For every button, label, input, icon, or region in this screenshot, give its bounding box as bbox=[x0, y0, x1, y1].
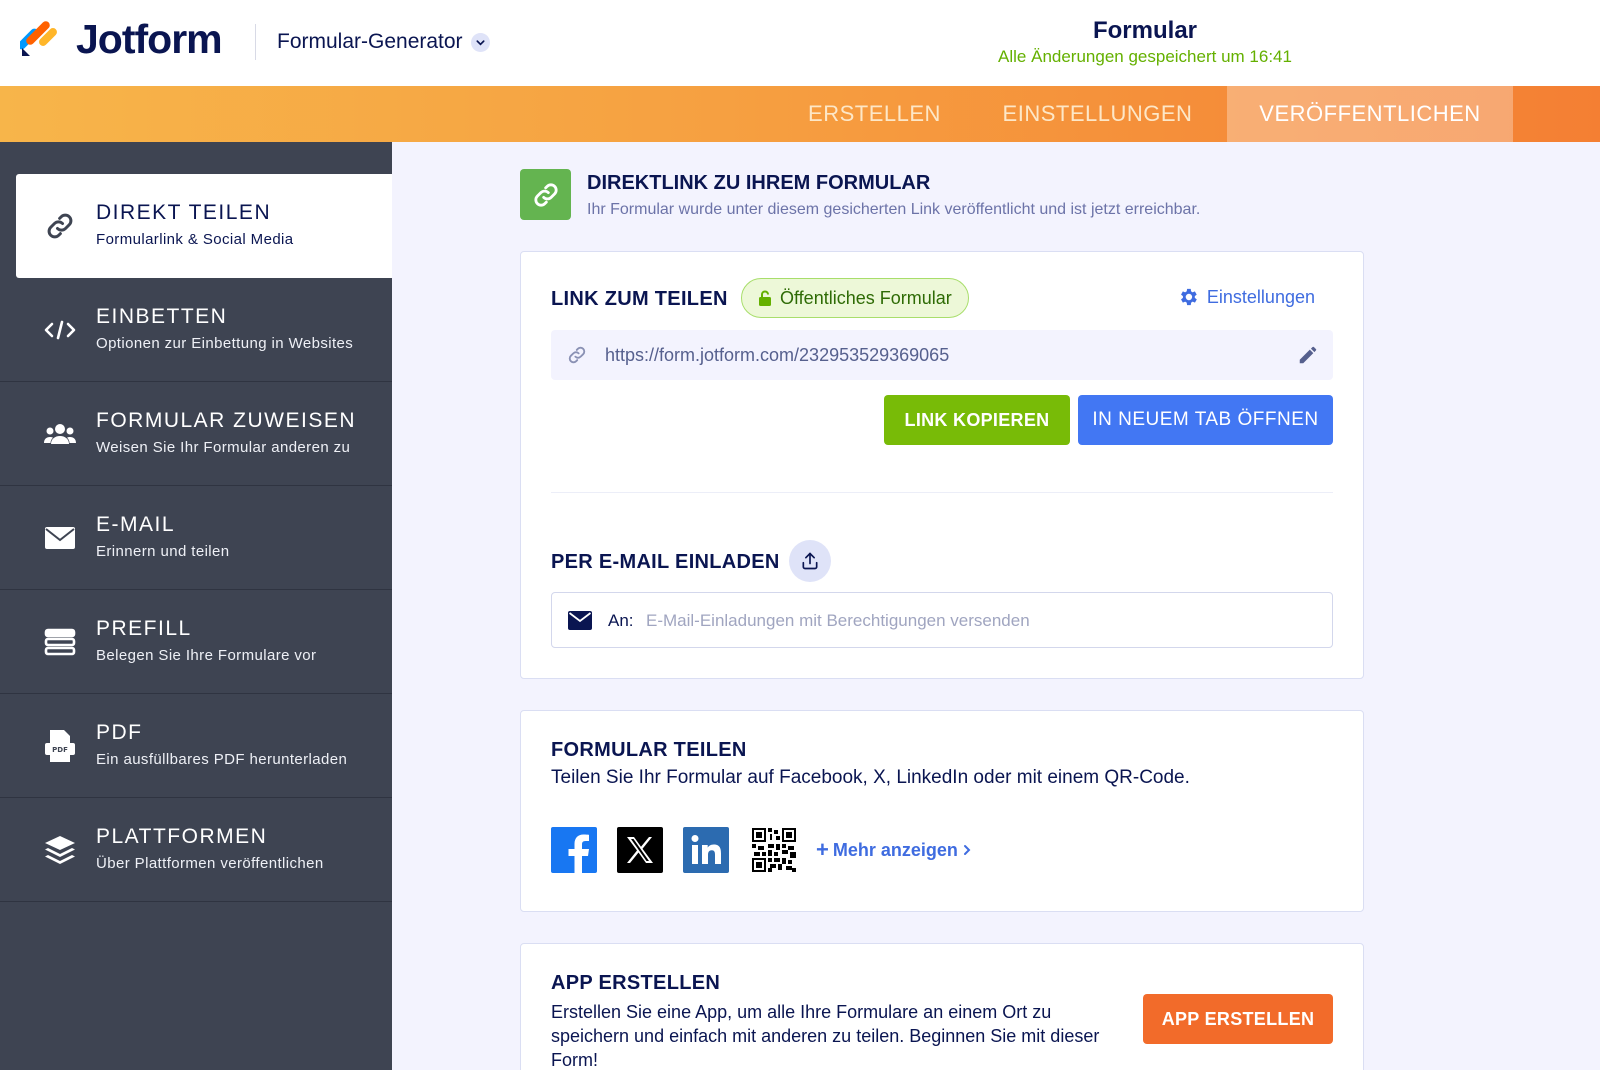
generator-label: Formular-Generator bbox=[277, 30, 463, 53]
public-form-badge[interactable]: Öffentliches Formular bbox=[741, 278, 969, 318]
share-form-subtitle: Teilen Sie Ihr Formular auf Facebook, X,… bbox=[551, 767, 1190, 788]
create-app-title: APP ERSTELLEN bbox=[551, 972, 721, 994]
sidebar-item-title: FORMULAR ZUWEISEN bbox=[96, 409, 357, 432]
svg-text:PDF: PDF bbox=[52, 746, 68, 754]
chevron-down-icon bbox=[470, 32, 490, 52]
gear-icon bbox=[1180, 288, 1197, 306]
create-app-button[interactable]: APP ERSTELLEN bbox=[1143, 994, 1333, 1044]
sidebar-item-title: PLATTFORMEN bbox=[96, 825, 268, 848]
users-icon bbox=[42, 416, 78, 452]
create-app-description: Erstellen Sie eine App, um alle Ihre For… bbox=[551, 1002, 1100, 1070]
facebook-icon[interactable] bbox=[551, 827, 597, 873]
form-title[interactable]: Formular bbox=[1000, 16, 1290, 46]
builder-nav: ERSTELLEN EINSTELLUNGEN VERÖFFENTLICHEN bbox=[0, 86, 1600, 142]
qr-code-icon[interactable] bbox=[751, 827, 797, 873]
upload-contacts-button[interactable] bbox=[789, 540, 831, 582]
envelope-icon bbox=[42, 520, 78, 556]
share-form-card: FORMULAR TEILEN Teilen Sie Ihr Formular … bbox=[520, 710, 1364, 912]
sidebar-item-formular-zuweisen[interactable]: FORMULAR ZUWEISEN Weisen Sie Ihr Formula… bbox=[0, 382, 392, 486]
upload-icon bbox=[802, 552, 818, 570]
direct-link-title: DIREKTLINK ZU IHREM FORMULAR bbox=[587, 172, 931, 194]
code-icon bbox=[42, 312, 78, 348]
share-form-title: FORMULAR TEILEN bbox=[551, 739, 747, 761]
pdf-icon: PDF bbox=[42, 728, 78, 764]
sidebar-item-subtitle: Über Plattformen veröffentlichen bbox=[96, 855, 324, 872]
unlock-icon bbox=[759, 290, 771, 306]
header-divider bbox=[255, 24, 256, 60]
sidebar-item-title: EINBETTEN bbox=[96, 305, 228, 328]
plus-icon: + bbox=[816, 837, 829, 862]
tab-einstellungen[interactable]: EINSTELLUNGEN bbox=[985, 86, 1210, 142]
publish-sidebar: DIREKT TEILEN Formularlink & Social Medi… bbox=[0, 142, 392, 1070]
tab-erstellen[interactable]: ERSTELLEN bbox=[792, 86, 957, 142]
sidebar-item-title: PREFILL bbox=[96, 617, 192, 640]
saved-status: Alle Änderungen gespeichert um 16:41 bbox=[998, 47, 1292, 66]
pencil-icon[interactable] bbox=[1297, 344, 1319, 366]
email-invite-input[interactable]: An: E-Mail-Einladungen mit Berechtigunge… bbox=[551, 592, 1333, 648]
linkedin-icon[interactable] bbox=[683, 827, 729, 873]
create-app-card: APP ERSTELLEN Erstellen Sie eine App, um… bbox=[520, 943, 1364, 1070]
jotform-logo-icon[interactable] bbox=[20, 18, 60, 58]
sidebar-item-title: DIREKT TEILEN bbox=[96, 201, 272, 224]
sidebar-item-title: E-MAIL bbox=[96, 513, 176, 536]
settings-label: Einstellungen bbox=[1206, 286, 1315, 307]
email-invite-title: PER E-MAIL EINLADEN bbox=[551, 551, 780, 573]
form-generator-dropdown[interactable]: Formular-Generator bbox=[277, 28, 490, 56]
form-url[interactable]: https://form.jotform.com/232953529369065 bbox=[605, 344, 949, 366]
tab-veroeffentlichen[interactable]: VERÖFFENTLICHEN bbox=[1227, 86, 1513, 142]
sidebar-item-e-mail[interactable]: E-MAIL Erinnern und teilen bbox=[0, 486, 392, 590]
sidebar-item-pdf[interactable]: PDF PDF Ein ausfüllbares PDF herunterlad… bbox=[0, 694, 392, 798]
to-label: An: bbox=[608, 611, 634, 630]
sidebar-item-subtitle: Erinnern und teilen bbox=[96, 543, 230, 560]
badge-label: Öffentliches Formular bbox=[780, 287, 952, 308]
layers-icon bbox=[42, 832, 78, 868]
envelope-icon bbox=[568, 611, 592, 630]
more-label: Mehr anzeigen bbox=[832, 840, 958, 860]
email-placeholder[interactable]: E-Mail-Einladungen mit Berechtigungen ve… bbox=[646, 610, 1030, 632]
direct-link-icon bbox=[520, 169, 571, 220]
sidebar-item-subtitle: Weisen Sie Ihr Formular anderen zu bbox=[96, 439, 351, 456]
direct-link-subtitle: Ihr Formular wurde unter diesem gesicher… bbox=[587, 201, 1201, 218]
link-settings-button[interactable]: Einstellungen bbox=[1177, 286, 1315, 308]
sidebar-item-prefill[interactable]: PREFILL Belegen Sie Ihre Formulare vor bbox=[0, 590, 392, 694]
card-divider bbox=[551, 492, 1333, 493]
form-url-field[interactable]: https://form.jotform.com/232953529369065 bbox=[551, 330, 1333, 380]
sidebar-item-einbetten[interactable]: EINBETTEN Optionen zur Einbettung in Web… bbox=[0, 278, 392, 382]
top-header: Jotform Formular-Generator Formular Alle… bbox=[0, 0, 1600, 86]
share-link-title: LINK ZUM TEILEN bbox=[551, 288, 728, 310]
sidebar-item-subtitle: Formularlink & Social Media bbox=[96, 231, 294, 248]
show-more-link[interactable]: + Mehr anzeigen bbox=[816, 839, 972, 861]
copy-link-button[interactable]: LINK KOPIEREN bbox=[884, 395, 1070, 445]
brand-name[interactable]: Jotform bbox=[76, 14, 223, 64]
sidebar-item-plattformen[interactable]: PLATTFORMEN Über Plattformen veröffentli… bbox=[0, 798, 392, 902]
share-link-card: LINK ZUM TEILEN Öffentliches Formular Ei… bbox=[520, 251, 1364, 679]
sidebar-item-subtitle: Optionen zur Einbettung in Websites bbox=[96, 335, 354, 352]
sidebar-item-subtitle: Ein ausfüllbares PDF herunterladen bbox=[96, 751, 348, 768]
x-icon[interactable] bbox=[617, 827, 663, 873]
link-icon bbox=[568, 346, 586, 364]
sidebar-item-direkt-teilen[interactable]: DIREKT TEILEN Formularlink & Social Medi… bbox=[16, 174, 392, 278]
open-new-tab-button[interactable]: IN NEUEM TAB ÖFFNEN bbox=[1078, 395, 1333, 445]
prefill-icon bbox=[42, 624, 78, 660]
sidebar-item-title: PDF bbox=[96, 721, 143, 744]
link-icon bbox=[42, 208, 78, 244]
chevron-right-icon bbox=[963, 845, 971, 855]
sidebar-item-subtitle: Belegen Sie Ihre Formulare vor bbox=[96, 647, 317, 664]
